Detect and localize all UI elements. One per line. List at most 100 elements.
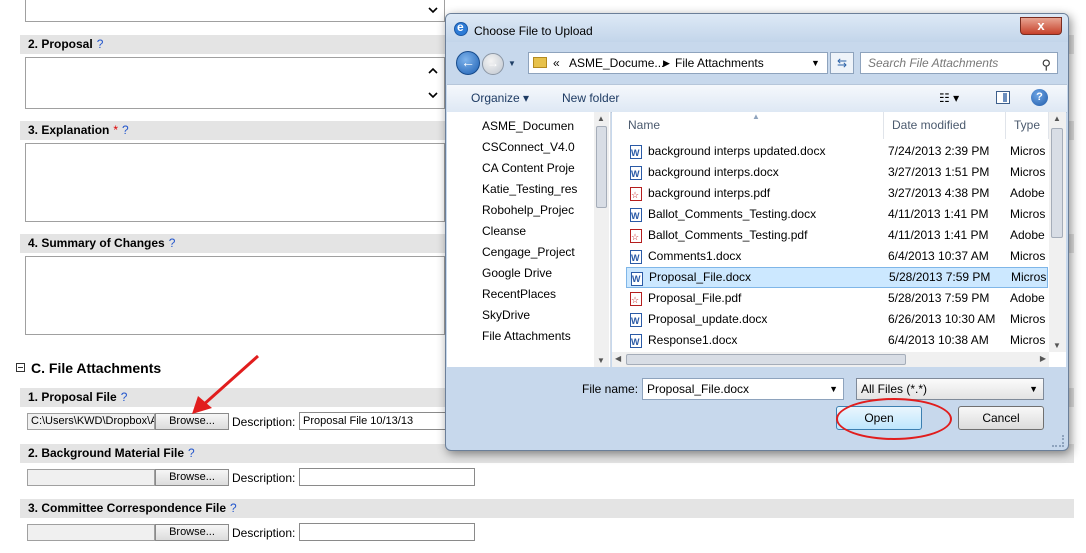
- nav-item-ca-content[interactable]: CA Content Proje: [482, 158, 595, 178]
- file-row[interactable]: Ballot_Comments_Testing.pdf 4/11/2013 1:4…: [626, 225, 1048, 248]
- section-title: 4. Summary of Changes: [28, 236, 165, 250]
- correspondence-browse-button[interactable]: Browse...: [155, 524, 229, 541]
- nav-item-cleanse[interactable]: Cleanse: [482, 221, 595, 241]
- word-document-icon: [630, 332, 642, 353]
- address-bar[interactable]: « ASME_Docume... ▶ File Attachments ▼: [528, 52, 828, 74]
- search-input[interactable]: Search File Attachments ⚲: [860, 52, 1058, 74]
- file-list: Name ▲ Date modified Type background int…: [612, 112, 1066, 367]
- view-options-icon[interactable]: ☷ ▾: [939, 91, 977, 107]
- file-name: background interps.pdf: [648, 186, 771, 200]
- file-row[interactable]: Proposal_File.docx 5/28/2013 7:59 PM Micro…: [626, 267, 1048, 289]
- scroll-up-icon[interactable]: ▲: [1053, 114, 1061, 123]
- background-description-input[interactable]: [299, 468, 475, 486]
- chevron-down-icon[interactable]: ▼: [829, 379, 838, 399]
- file-row[interactable]: background interps updated.docx 7/24/2013…: [626, 141, 1048, 164]
- file-list-hscroll-thumb[interactable]: [626, 354, 906, 365]
- scroll-down-icon[interactable]: ▼: [597, 356, 605, 365]
- forward-arrow-icon[interactable]: →: [482, 53, 504, 75]
- resize-grip-icon[interactable]: [1052, 435, 1064, 447]
- breadcrumb-file-attachments[interactable]: File Attachments: [675, 53, 764, 73]
- sort-indicator-icon: ▲: [752, 112, 760, 121]
- column-header-type[interactable]: Type: [1006, 112, 1049, 139]
- file-row[interactable]: Ballot_Comments_Testing.docx 4/11/2013 1:…: [626, 204, 1048, 227]
- preview-pane-icon[interactable]: [996, 91, 1010, 104]
- help-link[interactable]: ?: [121, 390, 128, 404]
- cancel-button[interactable]: Cancel: [958, 406, 1044, 430]
- correspondence-file-path-input[interactable]: [27, 524, 155, 541]
- file-list-hscrollbar[interactable]: ◀ ▶: [612, 352, 1049, 367]
- file-date: 3/27/2013 1:51 PM: [888, 165, 990, 179]
- word-document-icon: [630, 206, 642, 227]
- word-document-icon: [630, 311, 642, 332]
- description-label: Description:: [232, 415, 296, 429]
- file-name: Ballot_Comments_Testing.pdf: [648, 228, 808, 242]
- file-list-scroll-thumb[interactable]: [1051, 128, 1063, 238]
- scroll-down-icon[interactable]: ▼: [1053, 341, 1061, 350]
- file-row[interactable]: background interps.docx 3/27/2013 1:51 PM…: [626, 162, 1048, 185]
- file-type: Adobe: [1010, 186, 1045, 200]
- column-header-date[interactable]: Date modified: [884, 112, 1006, 139]
- nav-item-recent-places[interactable]: RecentPlaces: [482, 284, 595, 304]
- history-dropdown-icon[interactable]: ▼: [508, 59, 516, 68]
- nav-item-file-attachments[interactable]: File Attachments: [482, 326, 595, 346]
- back-arrow-icon[interactable]: ←: [456, 51, 480, 75]
- breadcrumb-separator-icon[interactable]: ▶: [663, 53, 670, 73]
- refresh-button[interactable]: ⇆: [830, 52, 854, 74]
- help-link[interactable]: ?: [97, 37, 104, 51]
- help-link[interactable]: ?: [188, 446, 195, 460]
- file-name-input[interactable]: Proposal_File.docx ▼: [642, 378, 844, 400]
- file-row[interactable]: Proposal_update.docx 6/26/2013 10:30 AM Mi…: [626, 309, 1048, 332]
- close-button[interactable]: x: [1020, 17, 1062, 35]
- file-row[interactable]: Response1.docx 6/4/2013 10:38 AM Micros: [626, 330, 1048, 353]
- breadcrumb-overflow[interactable]: «: [553, 53, 560, 73]
- nav-item-google-drive[interactable]: Google Drive: [482, 263, 595, 283]
- file-date: 3/27/2013 4:38 PM: [888, 186, 990, 200]
- nav-item-skydrive[interactable]: SkyDrive: [482, 305, 595, 325]
- explanation-textarea[interactable]: [25, 143, 445, 222]
- nav-item-csconnect[interactable]: CSConnect_V4.0: [482, 137, 595, 157]
- collapse-toggle-icon[interactable]: [16, 363, 25, 372]
- background-browse-button[interactable]: Browse...: [155, 469, 229, 486]
- nav-scrollbar[interactable]: ▲ ▼: [594, 112, 609, 367]
- file-row[interactable]: Proposal_File.pdf 5/28/2013 7:59 PM Adobe: [626, 288, 1048, 311]
- file-upload-dialog: Choose File to Upload x ← → ▼ « ASME_Doc…: [445, 13, 1069, 451]
- nav-item-asme-documents[interactable]: ASME_Documen: [482, 116, 595, 136]
- file-row[interactable]: Comments1.docx 6/4/2013 10:37 AM Micros: [626, 246, 1048, 269]
- nav-item-katie-testing[interactable]: Katie_Testing_res: [482, 179, 595, 199]
- chevron-up-icon[interactable]: [428, 66, 438, 76]
- scroll-right-icon[interactable]: ▶: [1040, 354, 1046, 363]
- file-list-vscrollbar[interactable]: ▲ ▼: [1049, 112, 1066, 352]
- correspondence-file-header: 3. Committee Correspondence File?: [20, 499, 1074, 518]
- help-link[interactable]: ?: [122, 123, 129, 137]
- file-row[interactable]: background interps.pdf 3/27/2013 4:38 PM A…: [626, 183, 1048, 206]
- dialog-toolbar: Organize ▾ New folder ☷ ▾ ?: [447, 84, 1067, 113]
- chevron-down-icon[interactable]: ▼: [1029, 379, 1038, 399]
- address-dropdown-icon[interactable]: ▼: [811, 53, 820, 73]
- scroll-up-icon[interactable]: ▲: [597, 114, 605, 123]
- file-type-select[interactable]: All Files (*.*) ▼: [856, 378, 1044, 400]
- chevron-down-icon[interactable]: [428, 90, 438, 100]
- breadcrumb-asme[interactable]: ASME_Docume...: [569, 53, 664, 73]
- search-icon[interactable]: ⚲: [1041, 55, 1051, 75]
- file-name: Proposal_File.docx: [649, 270, 752, 284]
- help-link[interactable]: ?: [230, 501, 237, 515]
- nav-item-label: RecentPlaces: [482, 287, 557, 301]
- nav-item-robohelp[interactable]: Robohelp_Projec: [482, 200, 595, 220]
- nav-scroll-thumb[interactable]: [596, 126, 607, 208]
- top-dropdown[interactable]: [25, 0, 445, 22]
- nav-item-label: CA Content Proje: [482, 161, 575, 175]
- nav-item-label: File Attachments: [482, 329, 571, 343]
- summary-textarea[interactable]: [25, 256, 445, 335]
- background-file-path-input[interactable]: [27, 469, 155, 486]
- chevron-down-icon: [428, 7, 438, 14]
- help-link[interactable]: ?: [169, 236, 176, 250]
- dialog-titlebar[interactable]: Choose File to Upload x: [446, 14, 1068, 42]
- new-folder-button[interactable]: New folder: [562, 91, 619, 105]
- organize-menu[interactable]: Organize ▾: [471, 91, 529, 105]
- proposal-file-path-input[interactable]: C:\Users\KWD\Dropbox\A: [27, 413, 155, 430]
- nav-item-cengage[interactable]: Cengage_Project: [482, 242, 595, 262]
- proposal-textarea[interactable]: [25, 57, 445, 109]
- correspondence-description-input[interactable]: [299, 523, 475, 541]
- help-icon[interactable]: ?: [1031, 89, 1048, 106]
- scroll-left-icon[interactable]: ◀: [615, 354, 621, 363]
